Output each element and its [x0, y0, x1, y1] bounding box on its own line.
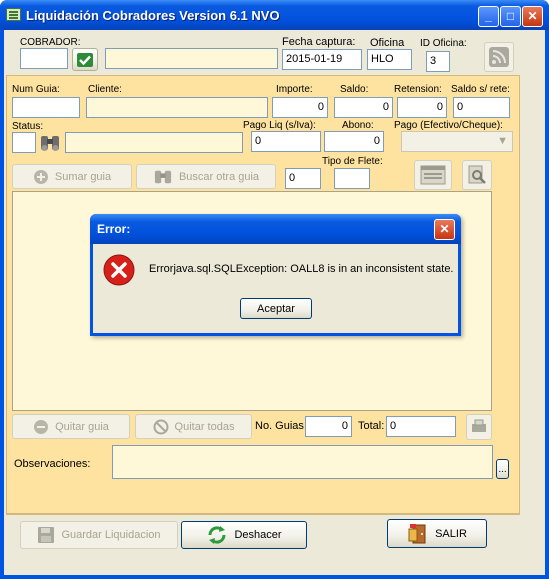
- check-icon: [77, 52, 93, 67]
- dialog-body: Errorjava.sql.SQLException: OALL8 is in …: [93, 244, 458, 333]
- importe-label: Importe:: [276, 84, 313, 95]
- saldo-field[interactable]: 0: [334, 97, 393, 118]
- count-field[interactable]: 0: [285, 168, 321, 189]
- cobrador-code-input[interactable]: [20, 48, 68, 69]
- rss-icon: [489, 47, 509, 67]
- chevron-down-icon: ▼: [497, 135, 508, 147]
- printer-icon: [472, 419, 486, 432]
- error-icon: [103, 254, 135, 286]
- window-title: Liquidación Cobradores Version 6.1 NVO: [26, 8, 280, 23]
- num-guia-label: Num Guia:: [12, 84, 60, 95]
- confirm-cobrador-button[interactable]: [72, 48, 98, 71]
- quitar-todas-label: Quitar todas: [174, 420, 235, 433]
- guardar-label: Guardar Liquidacion: [61, 529, 161, 541]
- observaciones-more-button[interactable]: ...: [496, 459, 509, 479]
- oficina-label: Oficina: [370, 37, 405, 49]
- buscar-guia-label: Buscar otra guia: [178, 170, 260, 183]
- aceptar-button[interactable]: Aceptar: [240, 298, 312, 319]
- minimize-button[interactable]: _: [478, 6, 499, 27]
- pago-liq-label: Pago Liq (s/Iva):: [243, 120, 316, 131]
- status-code-input[interactable]: [12, 132, 36, 153]
- abono-label: Abono:: [342, 120, 374, 131]
- cobrador-label: COBRADOR:: [20, 37, 81, 48]
- id-oficina-label: ID Oficina:: [420, 38, 467, 49]
- quitar-guia-button[interactable]: Quitar guia: [12, 414, 130, 439]
- save-icon: [38, 527, 55, 543]
- no-entry-icon: [153, 419, 169, 434]
- fecha-field[interactable]: 2015-01-19: [282, 49, 362, 70]
- sumar-guia-label: Sumar guia: [54, 170, 112, 183]
- retension-label: Retension:: [394, 84, 442, 95]
- tipo-flete-field[interactable]: [334, 168, 370, 189]
- maximize-button[interactable]: □: [500, 6, 521, 27]
- dialog-title: Error:: [97, 222, 131, 236]
- pago-tipo-label: Pago (Efectivo/Cheque):: [394, 120, 503, 131]
- total-label: Total:: [358, 420, 385, 432]
- total-field[interactable]: 0: [386, 416, 456, 437]
- fecha-label: Fecha captura:: [282, 36, 356, 48]
- status-desc-field: [65, 132, 243, 153]
- no-guias-field[interactable]: 0: [305, 416, 352, 437]
- pago-tipo-select[interactable]: ▼: [401, 131, 513, 152]
- guardar-button[interactable]: Guardar Liquidacion: [20, 521, 178, 549]
- buscar-guia-button[interactable]: Buscar otra guia: [136, 164, 276, 189]
- cliente-field: [86, 97, 268, 118]
- app-icon: [6, 8, 21, 21]
- close-button[interactable]: ✕: [522, 6, 543, 27]
- print-button[interactable]: [466, 414, 492, 440]
- no-guias-label: No. Guias: [255, 420, 304, 432]
- dialog-close-button[interactable]: ✕: [434, 219, 455, 240]
- quitar-guia-label: Quitar guia: [55, 420, 109, 433]
- dialog-message: Errorjava.sql.SQLException: OALL8 is in …: [149, 263, 454, 275]
- zoom-icon: [468, 165, 486, 184]
- abono-field[interactable]: 0: [324, 131, 384, 152]
- saldo-rete-label: Saldo s/ rete:: [451, 84, 510, 95]
- cobrador-name-field: [105, 48, 278, 69]
- observaciones-label: Observaciones:: [14, 458, 91, 470]
- deshacer-label: Deshacer: [234, 529, 282, 541]
- observaciones-field[interactable]: [112, 445, 493, 479]
- binoculars-icon: [154, 170, 172, 183]
- sumar-guia-button[interactable]: Sumar guia: [12, 164, 132, 189]
- deshacer-button[interactable]: Deshacer: [181, 521, 307, 549]
- quitar-todas-button[interactable]: Quitar todas: [135, 414, 252, 439]
- id-oficina-field[interactable]: 3: [426, 51, 450, 72]
- refresh-icon: [208, 526, 226, 544]
- salir-button[interactable]: SALIR: [387, 519, 487, 548]
- tipo-flete-label: Tipo de Flete:: [322, 156, 383, 167]
- exit-door-icon: [408, 523, 426, 543]
- preview-button[interactable]: [462, 160, 492, 190]
- importe-field[interactable]: 0: [272, 97, 328, 118]
- minus-circle-icon: [34, 419, 49, 434]
- status-label: Status:: [12, 121, 44, 132]
- oficina-field[interactable]: HLO: [367, 49, 412, 70]
- window-list-icon: [420, 165, 446, 185]
- cliente-label: Cliente:: [88, 84, 122, 95]
- pago-liq-field[interactable]: 0: [251, 131, 321, 152]
- retension-field[interactable]: 0: [397, 97, 447, 118]
- saldo-label: Saldo:: [340, 84, 369, 95]
- title-bar[interactable]: Liquidación Cobradores Version 6.1 NVO _…: [0, 0, 549, 30]
- error-dialog: Error: ✕ Errorjava.sql.SQLException: OAL…: [90, 214, 461, 336]
- salir-label: SALIR: [435, 527, 467, 540]
- rss-button[interactable]: [484, 42, 514, 72]
- plus-circle-icon: [33, 169, 48, 184]
- list-window-button[interactable]: [414, 160, 452, 190]
- binoculars-icon[interactable]: [39, 133, 61, 153]
- dialog-title-bar[interactable]: Error: ✕: [90, 214, 461, 244]
- saldo-rete-field[interactable]: 0: [453, 97, 510, 118]
- num-guia-input[interactable]: [12, 97, 80, 118]
